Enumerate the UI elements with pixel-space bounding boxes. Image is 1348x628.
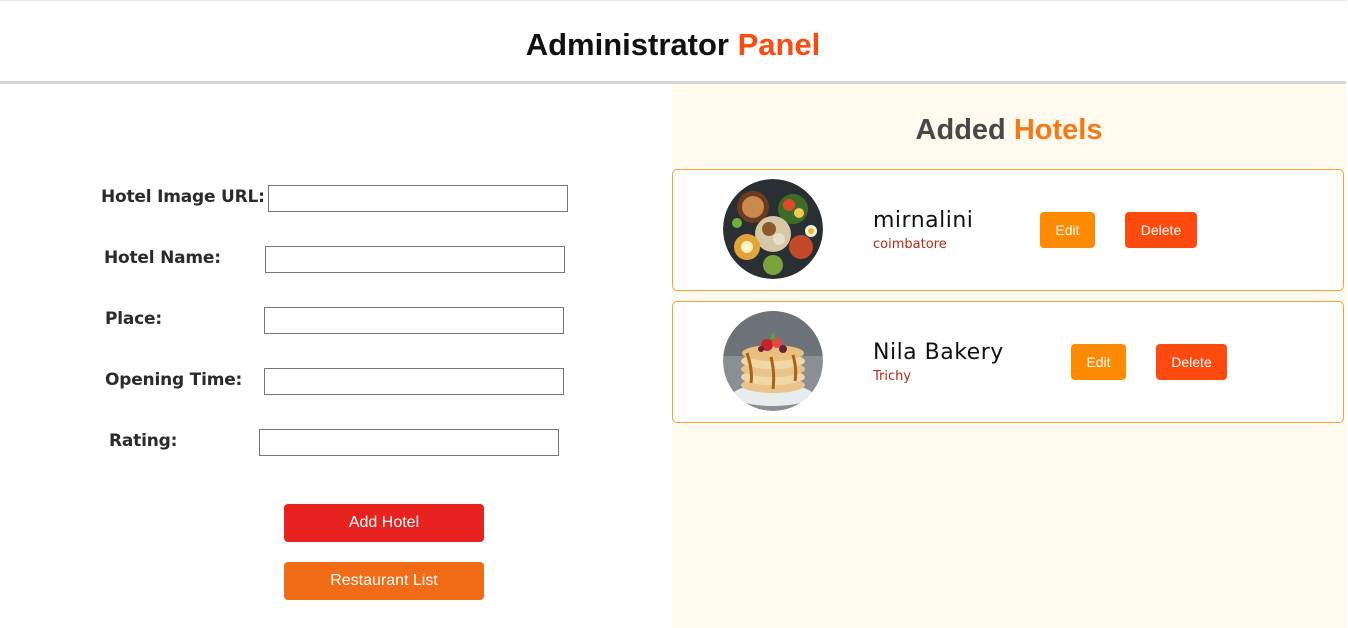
hotel-name-label: Hotel Name: [104,248,221,268]
place-input[interactable] [264,307,564,334]
edit-button[interactable]: Edit [1040,212,1095,248]
page-title: Administrator Panel [0,26,1346,64]
opening-time-label: Opening Time: [105,370,243,390]
added-hotels-panel: Added Hotels mirnalini coimbatore Edit D… [672,84,1346,628]
hotel-name: mirnalini [873,208,974,233]
hotel-place: coimbatore [873,237,947,252]
add-hotel-button[interactable]: Add Hotel [284,504,484,542]
edit-button[interactable]: Edit [1071,344,1126,380]
pancake-stack-image [723,311,823,411]
page-title-accent: Panel [737,27,821,62]
added-hotels-title-main: Added [915,114,1006,146]
hotel-place: Trichy [873,369,912,384]
page-title-main: Administrator [525,27,729,62]
hotel-card: Nila Bakery Trichy Edit Delete [672,301,1344,423]
image-url-label: Hotel Image URL: [101,187,265,207]
restaurant-list-button[interactable]: Restaurant List [284,562,484,600]
rating-label: Rating: [109,431,178,451]
place-label: Place: [105,309,162,329]
page-header: Administrator Panel [0,0,1346,84]
added-hotels-title: Added Hotels [672,114,1346,147]
added-hotels-title-accent: Hotels [1013,114,1103,146]
add-hotel-form: Hotel Image URL: Hotel Name: Place: Open… [0,84,672,628]
rating-input[interactable] [259,429,559,456]
food-bowl-image [723,179,823,279]
delete-button[interactable]: Delete [1125,212,1197,248]
opening-time-input[interactable] [264,368,564,395]
hotel-name: Nila Bakery [873,340,1004,365]
hotel-card: mirnalini coimbatore Edit Delete [672,169,1344,291]
delete-button[interactable]: Delete [1156,344,1227,380]
image-url-input[interactable] [268,185,568,212]
hotel-name-input[interactable] [265,246,565,273]
